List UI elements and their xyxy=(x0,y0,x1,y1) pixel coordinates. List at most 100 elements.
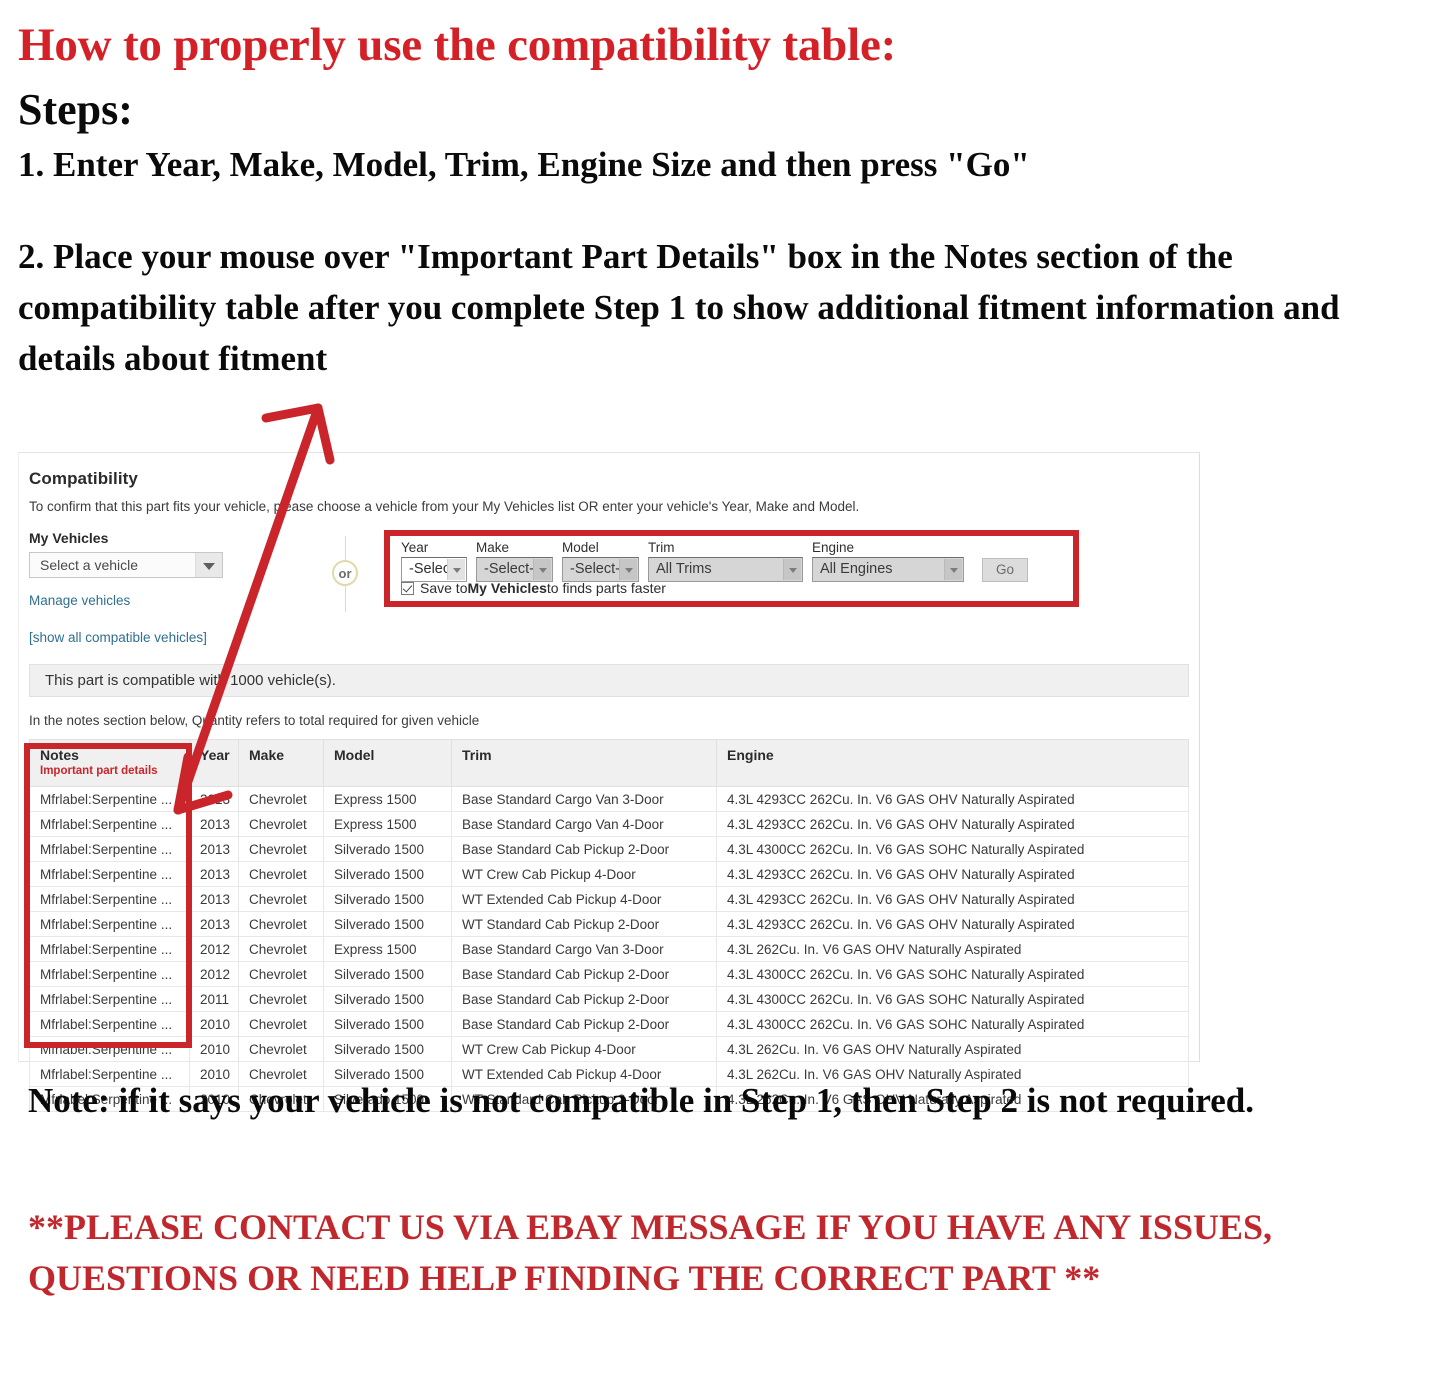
cell-model: Express 1500 xyxy=(323,811,452,837)
compatibility-panel: Compatibility To confirm that this part … xyxy=(18,452,1200,1112)
cell-make: Chevrolet xyxy=(238,911,324,937)
table-row: Mfrlabel:Serpentine ... 2013 Chevrolet Silv… xyxy=(29,886,1189,912)
cell-trim: Base Standard Cab Pickup 2-Door xyxy=(451,836,717,862)
column-header-notes[interactable]: Notes Important part details xyxy=(29,739,190,787)
cell-make: Chevrolet xyxy=(238,1011,324,1037)
cell-notes[interactable]: Mfrlabel:Serpentine ... xyxy=(29,911,190,937)
chevron-down-icon xyxy=(195,553,222,577)
compatibility-subtitle: To confirm that this part fits your vehi… xyxy=(29,499,860,514)
cell-make: Chevrolet xyxy=(238,986,324,1012)
cell-year: 2010 xyxy=(189,1036,239,1062)
cell-notes[interactable]: Mfrlabel:Serpentine ... xyxy=(29,836,190,862)
table-row: Mfrlabel:Serpentine ... 2010 Chevrolet Silv… xyxy=(29,1011,1189,1037)
cell-model: Express 1500 xyxy=(323,936,452,962)
cell-trim: WT Standard Cab Pickup 2-Door xyxy=(451,911,717,937)
vehicle-select[interactable]: Select a vehicle xyxy=(29,552,223,578)
cell-notes[interactable]: Mfrlabel:Serpentine ... xyxy=(29,861,190,887)
cell-notes[interactable]: Mfrlabel:Serpentine ... xyxy=(29,886,190,912)
cell-trim: Base Standard Cab Pickup 2-Door xyxy=(451,986,717,1012)
table-body: Mfrlabel:Serpentine ... 2013 Chevrolet Expr… xyxy=(29,786,1189,1112)
table-row: Mfrlabel:Serpentine ... 2011 Chevrolet Silv… xyxy=(29,986,1189,1012)
cell-year: 2013 xyxy=(189,886,239,912)
trim-label: Trim xyxy=(648,540,675,555)
table-row: Mfrlabel:Serpentine ... 2013 Chevrolet Silv… xyxy=(29,911,1189,937)
or-divider: or xyxy=(326,536,366,612)
engine-field: Engine All Engines xyxy=(812,540,964,582)
column-header-model[interactable]: Model xyxy=(323,739,452,787)
cell-year: 2013 xyxy=(189,911,239,937)
cell-make: Chevrolet xyxy=(238,861,324,887)
make-label: Make xyxy=(476,540,510,555)
model-field: Model -Select- xyxy=(562,540,639,582)
year-label: Year xyxy=(401,540,429,555)
chevron-down-icon xyxy=(533,559,551,580)
cell-model: Silverado 1500 xyxy=(323,861,452,887)
cell-notes[interactable]: Mfrlabel:Serpentine ... xyxy=(29,986,190,1012)
cell-model: Silverado 1500 xyxy=(323,961,452,987)
year-field: Year -Select- xyxy=(401,540,467,582)
cell-model: Silverado 1500 xyxy=(323,836,452,862)
cell-notes[interactable]: Mfrlabel:Serpentine ... xyxy=(29,936,190,962)
column-header-year[interactable]: Year xyxy=(189,739,239,787)
save-text-prefix: Save to xyxy=(420,580,468,596)
year-select[interactable]: -Select- xyxy=(401,557,467,582)
finder-fields: Year -Select- Make -Select- Model -Selec… xyxy=(401,540,1028,582)
cell-model: Silverado 1500 xyxy=(323,1036,452,1062)
cell-model: Express 1500 xyxy=(323,786,452,812)
cell-notes[interactable]: Mfrlabel:Serpentine ... xyxy=(29,961,190,987)
table-row: Mfrlabel:Serpentine ... 2013 Chevrolet Expr… xyxy=(29,811,1189,837)
table-header-row: Notes Important part details Year Make M… xyxy=(29,739,1189,787)
engine-select-value: All Engines xyxy=(820,561,893,577)
model-select[interactable]: -Select- xyxy=(562,557,639,582)
cell-trim: Base Standard Cargo Van 3-Door xyxy=(451,936,717,962)
cell-make: Chevrolet xyxy=(238,1036,324,1062)
column-header-trim[interactable]: Trim xyxy=(451,739,717,787)
go-button[interactable]: Go xyxy=(982,558,1028,582)
table-row: Mfrlabel:Serpentine ... 2013 Chevrolet Silv… xyxy=(29,861,1189,887)
quantity-note: In the notes section below, Quantity ref… xyxy=(29,713,480,728)
cell-notes[interactable]: Mfrlabel:Serpentine ... xyxy=(29,811,190,837)
make-select[interactable]: -Select- xyxy=(476,557,553,582)
trim-select[interactable]: All Trims xyxy=(648,557,803,582)
chevron-down-icon xyxy=(783,559,801,580)
cell-notes[interactable]: Mfrlabel:Serpentine ... xyxy=(29,786,190,812)
cell-engine: 4.3L 262Cu. In. V6 GAS OHV Naturally Asp… xyxy=(716,936,1189,962)
step-two-text: 2. Place your mouse over "Important Part… xyxy=(18,237,1340,378)
cell-make: Chevrolet xyxy=(238,836,324,862)
make-field: Make -Select- xyxy=(476,540,553,582)
save-text-suffix: to finds parts faster xyxy=(546,580,666,596)
cell-year: 2013 xyxy=(189,811,239,837)
cell-notes[interactable]: Mfrlabel:Serpentine ... xyxy=(29,1036,190,1062)
column-header-engine[interactable]: Engine xyxy=(716,739,1189,787)
save-vehicle-checkbox[interactable] xyxy=(401,581,414,595)
cell-notes[interactable]: Mfrlabel:Serpentine ... xyxy=(29,1011,190,1037)
cell-engine: 4.3L 4300CC 262Cu. In. V6 GAS SOHC Natur… xyxy=(716,961,1189,987)
important-part-details-label[interactable]: Important part details xyxy=(40,765,189,777)
cell-model: Silverado 1500 xyxy=(323,911,452,937)
or-badge: or xyxy=(332,560,358,586)
cell-make: Chevrolet xyxy=(238,936,324,962)
trim-select-value: All Trims xyxy=(656,561,712,577)
engine-select[interactable]: All Engines xyxy=(812,557,964,582)
make-select-value: -Select- xyxy=(484,561,534,577)
show-all-compatible-vehicles-link[interactable]: [show all compatible vehicles] xyxy=(29,630,1189,645)
cell-engine: 4.3L 4300CC 262Cu. In. V6 GAS SOHC Natur… xyxy=(716,1011,1189,1037)
chevron-down-icon xyxy=(619,559,637,580)
cell-engine: 4.3L 4293CC 262Cu. In. V6 GAS OHV Natura… xyxy=(716,886,1189,912)
step-one-text: 1. Enter Year, Make, Model, Trim, Engine… xyxy=(18,145,1030,185)
vehicle-select-value: Select a vehicle xyxy=(40,557,139,573)
column-header-make[interactable]: Make xyxy=(238,739,324,787)
contact-text: **PLEASE CONTACT US VIA EBAY MESSAGE IF … xyxy=(28,1207,1273,1299)
cell-trim: Base Standard Cargo Van 4-Door xyxy=(451,811,717,837)
cell-year: 2013 xyxy=(189,836,239,862)
table-row: Mfrlabel:Serpentine ... 2012 Chevrolet Silv… xyxy=(29,961,1189,987)
instructions-block: How to properly use the compatibility ta… xyxy=(18,0,1418,385)
trim-field: Trim All Trims xyxy=(648,540,803,582)
cell-year: 2011 xyxy=(189,986,239,1012)
cell-trim: WT Crew Cab Pickup 4-Door xyxy=(451,1036,717,1062)
table-row: Mfrlabel:Serpentine ... 2013 Chevrolet Silv… xyxy=(29,836,1189,862)
cell-trim: WT Crew Cab Pickup 4-Door xyxy=(451,861,717,887)
cell-trim: Base Standard Cargo Van 3-Door xyxy=(451,786,717,812)
save-to-my-vehicles-row[interactable]: Save to My Vehicles to finds parts faste… xyxy=(401,580,666,596)
cell-make: Chevrolet xyxy=(238,886,324,912)
